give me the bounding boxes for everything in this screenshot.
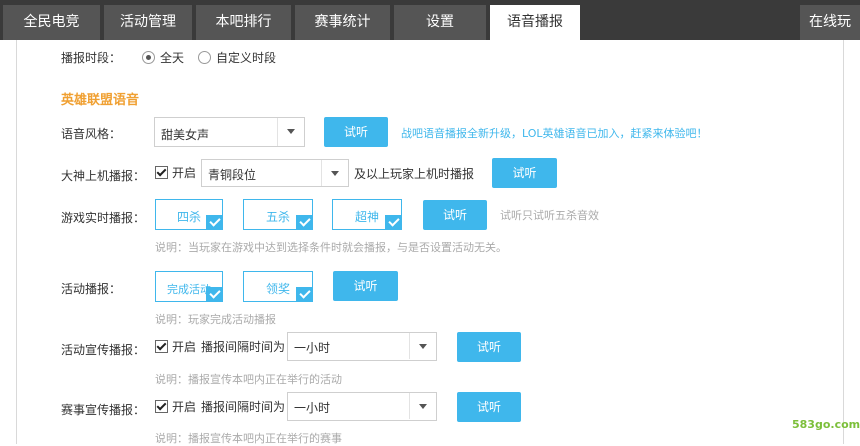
realtime-option-penta[interactable]: 五杀	[243, 199, 313, 230]
rank-select[interactable]: 青铜段位	[201, 159, 349, 187]
tab-settings[interactable]: 设置	[394, 5, 486, 40]
activity-listen-button[interactable]: 试听	[333, 271, 398, 301]
match-promo-label: 赛事宣传播报：	[61, 403, 146, 417]
activity-promo-interval-select[interactable]: 一小时	[287, 332, 437, 361]
god-online-listen-button[interactable]: 试听	[492, 158, 557, 188]
check-icon	[206, 287, 223, 302]
match-promo-listen-button[interactable]: 试听	[457, 392, 521, 422]
radio-custom-period[interactable]	[198, 51, 211, 64]
tab-voice-broadcast[interactable]: 语音播报	[490, 5, 580, 40]
panel-border-right	[843, 40, 844, 444]
god-online-checkbox[interactable]	[155, 166, 168, 179]
tab-esports[interactable]: 全民电竞	[3, 5, 100, 40]
god-online-enable-label: 开启	[172, 166, 197, 180]
check-icon	[296, 215, 313, 230]
activity-promo-checkbox[interactable]	[155, 340, 168, 353]
voice-style-select[interactable]: 甜美女声	[154, 117, 305, 147]
chevron-down-icon	[409, 333, 436, 359]
voice-style-label: 语音风格：	[61, 127, 122, 141]
section-title: 英雄联盟语音	[61, 93, 140, 108]
match-promo-interval-label: 播报间隔时间为	[201, 400, 286, 414]
voice-style-value: 甜美女声	[161, 128, 210, 142]
tab-match-stats[interactable]: 赛事统计	[295, 5, 390, 40]
watermark: 583go.com	[792, 418, 860, 431]
realtime-label: 游戏实时播报：	[61, 211, 146, 225]
broadcast-period-label: 播报时段：	[61, 51, 122, 65]
check-icon	[206, 215, 223, 230]
activity-promo-interval-label: 播报间隔时间为	[201, 340, 286, 354]
check-icon	[296, 287, 313, 302]
match-promo-interval-value: 一小时	[294, 401, 331, 415]
tab-activity-management[interactable]: 活动管理	[104, 5, 192, 40]
realtime-note: 说明：当玩家在游戏中达到选择条件时就会播报，与是否设置活动无关。	[155, 241, 507, 254]
rank-value: 青铜段位	[208, 168, 257, 182]
activity-label: 活动播报：	[61, 282, 122, 296]
activity-promo-note: 说明：播报宣传本吧内正在举行的活动	[155, 373, 342, 386]
god-online-suffix: 及以上玩家上机时播报	[354, 167, 475, 181]
activity-promo-listen-button[interactable]: 试听	[457, 332, 521, 362]
voice-style-promo[interactable]: 战吧语音播报全新升级，LOL英雄语音已加入，赶紧来体验吧！	[401, 125, 708, 141]
activity-option-complete[interactable]: 完成活动	[155, 271, 223, 302]
activity-note: 说明：玩家完成活动播报	[155, 313, 276, 326]
activity-option-claim[interactable]: 领奖	[243, 271, 313, 302]
realtime-listen-button[interactable]: 试听	[423, 200, 487, 230]
check-icon	[385, 215, 402, 230]
match-promo-interval-select[interactable]: 一小时	[287, 392, 437, 421]
activity-promo-label: 活动宣传播报：	[61, 343, 146, 357]
match-promo-checkbox[interactable]	[155, 400, 168, 413]
realtime-option-legendary[interactable]: 超神	[332, 199, 402, 230]
voice-style-listen-button[interactable]: 试听	[324, 117, 388, 147]
chevron-down-icon	[409, 393, 436, 419]
activity-promo-enable-label: 开启	[172, 340, 197, 354]
chevron-down-icon	[277, 118, 304, 146]
radio-all-day[interactable]	[142, 51, 155, 64]
realtime-hint: 试听只试听五杀音效	[500, 209, 599, 222]
top-tab-bar: 全民电竞 活动管理 本吧排行 赛事统计 设置 语音播报 在线玩	[0, 0, 860, 40]
panel-border-left	[16, 40, 17, 444]
realtime-option-quadra[interactable]: 四杀	[155, 199, 223, 230]
radio-custom-period-label: 自定义时段	[216, 51, 277, 65]
activity-promo-interval-value: 一小时	[294, 341, 331, 355]
match-promo-enable-label: 开启	[172, 400, 197, 414]
tab-ranking[interactable]: 本吧排行	[196, 5, 291, 40]
radio-all-day-label: 全天	[160, 51, 185, 65]
god-online-label: 大神上机播报：	[61, 169, 146, 183]
chevron-down-icon	[321, 160, 348, 186]
tab-online-play[interactable]: 在线玩	[800, 5, 860, 40]
